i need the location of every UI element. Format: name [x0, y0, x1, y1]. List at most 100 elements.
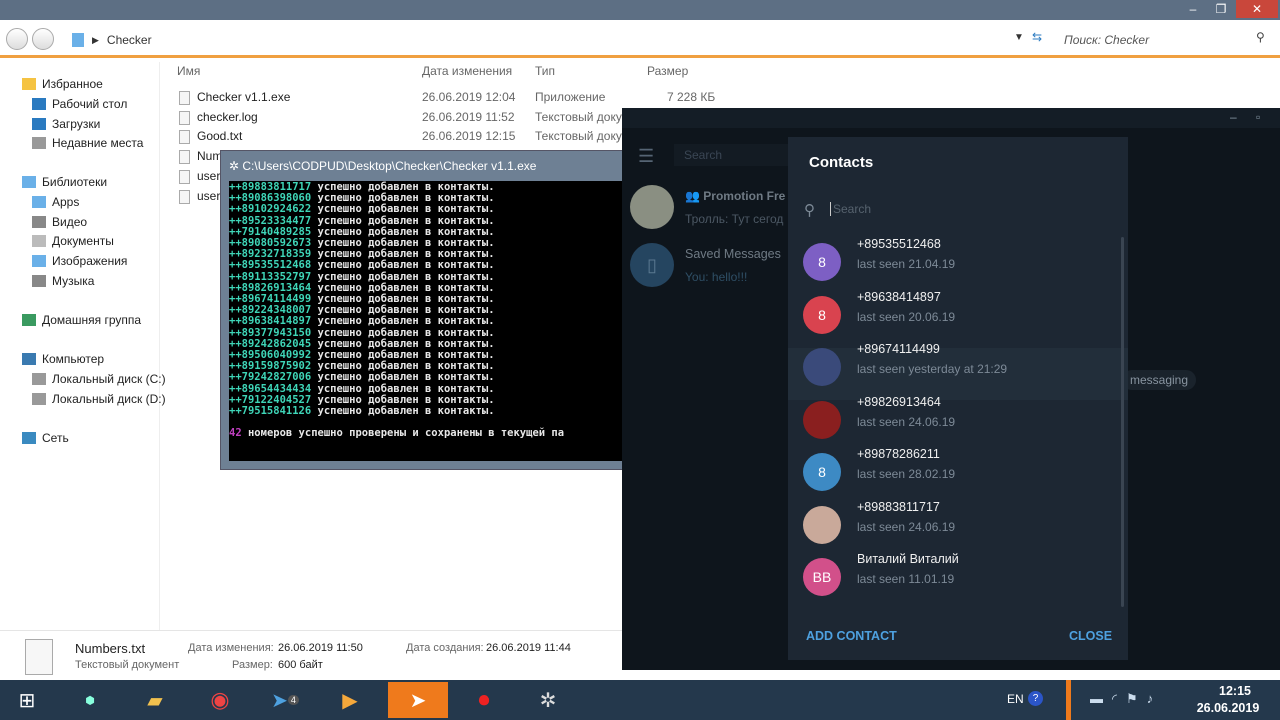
column-header-size[interactable]: Размер — [647, 64, 688, 78]
close-button[interactable]: CLOSE — [1069, 629, 1112, 643]
column-header-date[interactable]: Дата изменения — [422, 64, 512, 78]
chat-search-input[interactable]: Search — [674, 144, 794, 166]
sidebar-item[interactable]: Видео — [32, 215, 87, 229]
console-output: ++89883811717 успешно добавлен в контакт… — [229, 181, 627, 461]
console-titlebar[interactable]: ✲ C:\Users\CODPUD\Desktop\Checker\Checke… — [221, 151, 627, 181]
refresh-icon[interactable]: ⇆ — [1032, 30, 1042, 44]
sidebar-item[interactable]: Локальный диск (D:) — [32, 392, 166, 406]
telegram-icon[interactable]: ➤ 4 — [255, 682, 315, 718]
minimize-button[interactable]: – — [1180, 0, 1206, 18]
close-button[interactable]: ✕ — [1236, 0, 1278, 18]
sidebar-item[interactable]: Компьютер — [22, 352, 104, 366]
details-modified-label: Дата изменения: — [188, 642, 274, 654]
contact-row[interactable]: 8 +89535512468 last seen 21.04.19 — [788, 237, 1128, 295]
telegram-titlebar: – ▫ — [622, 108, 1280, 128]
media-player-icon[interactable]: ▶ — [320, 682, 380, 718]
back-button[interactable] — [6, 28, 28, 50]
console-title: C:\Users\CODPUD\Desktop\Checker\Checker … — [242, 159, 537, 173]
divider — [1066, 680, 1071, 720]
sidebar-item[interactable]: Документы — [32, 234, 114, 248]
network-icon — [22, 432, 36, 444]
contact-name: +89883811717 — [857, 499, 940, 514]
add-contact-button[interactable]: ADD CONTACT — [806, 629, 897, 643]
telegram-badge: 4 — [287, 695, 299, 705]
contact-last-seen: last seen 20.06.19 — [857, 309, 956, 324]
app-gear-icon: ✲ — [229, 159, 243, 173]
text-file-icon — [179, 189, 190, 204]
sidebar-item[interactable]: Загрузки — [32, 117, 100, 131]
sidebar-item[interactable]: Изображения — [32, 254, 127, 268]
console-line: ++79515841126 успешно добавлен в контакт… — [229, 405, 495, 418]
contact-name: Виталий Виталий — [857, 552, 959, 566]
help-icon[interactable]: ? — [1028, 691, 1043, 706]
maximize-button[interactable]: ❐ — [1208, 0, 1234, 18]
sidebar-item[interactable]: Музыка — [32, 274, 94, 288]
minimize-button[interactable]: – — [1230, 110, 1237, 124]
scrollbar[interactable] — [1121, 237, 1124, 607]
maximize-button[interactable]: ▫ — [1256, 110, 1260, 124]
column-header-type[interactable]: Тип — [535, 64, 555, 78]
music-icon — [32, 275, 46, 287]
file-row[interactable]: Checker v1.1.exe 26.06.2019 12:04 Приложен… — [177, 90, 717, 109]
images-icon — [32, 255, 46, 267]
navigation-pane: Избранное Рабочий стол Загрузки Недавние ме… — [0, 62, 166, 630]
sidebar-item[interactable]: Apps — [32, 195, 79, 209]
drive-icon — [32, 393, 46, 405]
homegroup-icon — [22, 314, 36, 326]
search-input[interactable]: Поиск: Checker — [1058, 30, 1280, 50]
sidebar-item[interactable]: Сеть — [22, 431, 69, 445]
search-icon[interactable]: ⚲ — [1256, 30, 1265, 44]
contacts-search-input[interactable]: Search — [830, 202, 1110, 216]
record-icon[interactable]: ⏺ — [454, 682, 514, 718]
contact-last-seen: last seen 24.06.19 — [857, 519, 956, 534]
details-created: 26.06.2019 11:44 — [486, 642, 571, 654]
folder-icon[interactable]: ▰ — [125, 682, 185, 718]
desktop-icon — [32, 98, 46, 110]
download-icon — [32, 118, 46, 130]
contact-row[interactable]: 8 +89878286211 last seen 28.02.19 — [788, 447, 1128, 505]
details-type: Текстовый документ — [75, 659, 180, 671]
contact-row[interactable]: +89883811717 last seen 24.06.19 — [788, 500, 1128, 558]
contacts-dialog: Contacts ⚲ Search 8 +89535512468 last seen… — [788, 137, 1128, 660]
dropdown-icon[interactable]: ▼ — [1014, 32, 1024, 43]
contact-avatar: 8 — [803, 243, 841, 281]
start-button[interactable]: ⊞ — [0, 682, 54, 718]
chat-name[interactable]: 👥 Promotion Fre — [685, 189, 785, 203]
text-file-icon — [179, 130, 190, 145]
clock-time[interactable]: 12:15 — [1200, 684, 1270, 698]
language-indicator[interactable]: EN — [1007, 692, 1024, 706]
nox-icon[interactable]: ⬢ — [60, 682, 120, 718]
forward-button[interactable] — [32, 28, 54, 50]
contact-avatar: BB — [803, 558, 841, 596]
column-header-name[interactable]: Имя — [177, 64, 200, 78]
breadcrumb-item[interactable]: Checker — [107, 33, 152, 47]
checker-app-icon[interactable]: ✲ — [518, 682, 578, 718]
exe-icon — [179, 91, 190, 105]
sidebar-item[interactable]: Недавние места — [32, 136, 143, 150]
console-window[interactable]: ✲ C:\Users\CODPUD\Desktop\Checker\Checke… — [220, 150, 628, 470]
sidebar-item[interactable]: Избранное — [22, 77, 103, 91]
chat-avatar — [630, 185, 674, 229]
sidebar-item[interactable]: Домашняя группа — [22, 313, 141, 327]
sidebar-item[interactable]: Библиотеки — [22, 175, 107, 189]
text-file-icon — [179, 150, 190, 165]
contact-row[interactable]: BB Виталий Виталий last seen 11.01.19 — [788, 552, 1128, 610]
text-file-icon — [179, 169, 190, 184]
breadcrumb[interactable]: ▶ Checker — [72, 30, 1012, 50]
menu-icon[interactable]: ☰ — [638, 146, 654, 167]
clock-date[interactable]: 26.06.2019 — [1186, 701, 1270, 715]
contact-row[interactable]: +89674114499 last seen yesterday at 21:29 — [788, 342, 1128, 400]
details-modified: 26.06.2019 11:50 — [278, 642, 363, 654]
tray-icons[interactable]: ▬◜⚑♪ — [1090, 691, 1162, 707]
chat-name[interactable]: Saved Messages — [685, 247, 781, 261]
chrome-icon[interactable]: ◉ — [190, 682, 250, 718]
contact-row[interactable]: 8 +89638414897 last seen 20.06.19 — [788, 290, 1128, 348]
details-pane: Numbers.txt Текстовый документ Дата изме… — [0, 630, 622, 680]
group-icon: 👥 — [685, 189, 704, 203]
text-file-icon — [179, 110, 190, 125]
bookmark-icon: ▯ — [630, 243, 674, 287]
contact-row[interactable]: +89826913464 last seen 24.06.19 — [788, 395, 1128, 453]
telegram-active-icon[interactable]: ➤ — [388, 682, 448, 718]
sidebar-item[interactable]: Локальный диск (C:) — [32, 372, 166, 386]
sidebar-item[interactable]: Рабочий стол — [32, 97, 127, 111]
